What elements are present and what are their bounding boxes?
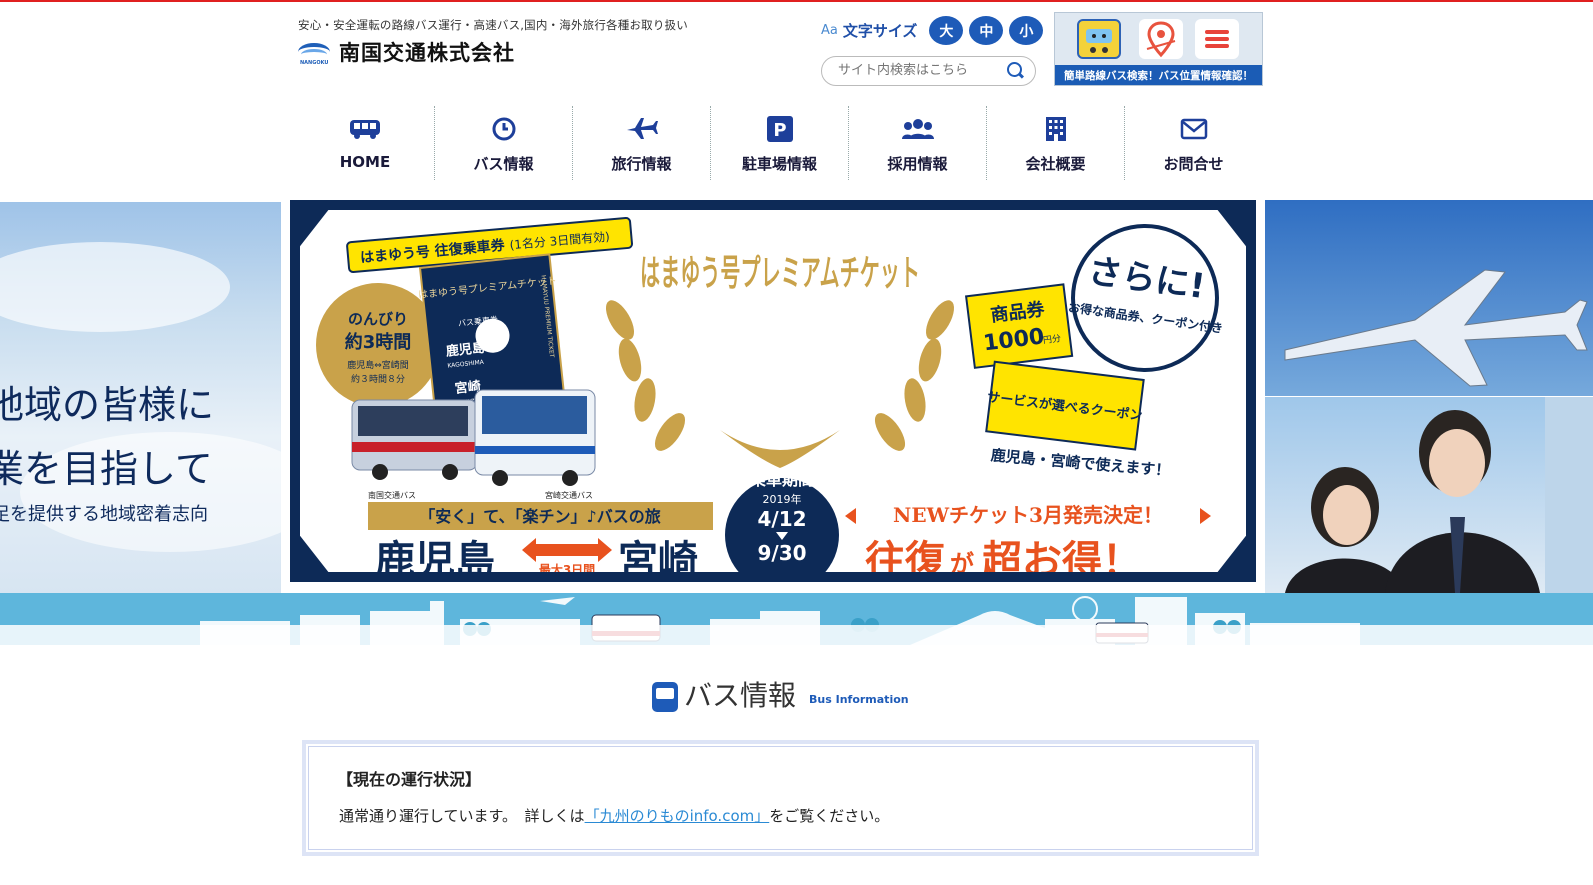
nav-item-company[interactable]: 会社概要 [986,106,1124,180]
period-end: 9/30 [757,541,806,565]
voucher-unit: 円分 [1042,333,1061,346]
section-title: バス情報 [684,679,797,712]
nav-label: 採用情報 [887,155,948,173]
search-input[interactable] [836,62,1000,79]
nav-item-travel-info[interactable]: 旅行情報 [572,106,710,180]
max-days: 最大3日間 [539,562,595,572]
slide-text: 足を提供する地域密着志向 [0,504,208,525]
site-tagline: 安心・安全運転の路線バス運行・高速バス,国内・海外旅行各種お取り扱い [298,18,688,32]
mail-icon [1180,116,1208,142]
usable-text: 鹿児島・宮崎で使えます！ [990,446,1171,480]
site-search [821,56,1036,86]
slider-prev-slide[interactable]: 地域の皆様に 業を目指して 足を提供する地域密着志向 [0,202,281,593]
banner-title: はまゆう号プレミアムチケット [640,252,920,294]
relax-line1: のんびり [348,310,408,328]
nav-item-recruit-info[interactable]: 採用情報 [848,106,986,180]
bus-photo-nangoku [351,399,478,480]
slide-text: 業を目指して [0,447,213,491]
nav-label: お問合せ [1163,155,1224,173]
main-banner-hamayuu-premium-ticket[interactable]: はまゆう号 往復乗車券 (1名分 3日間有効) のんびり 約3時間 鹿児島⇔宮崎… [290,200,1256,582]
airplane-icon [625,116,659,142]
global-nav: HOME バス情報 旅行情報 P 駐車場情報 採用情報 会社概要 お問合せ [296,106,1262,180]
period-year: 2019年 [763,492,802,506]
new-ticket: NEWチケット3月発売決定！ [893,503,1163,527]
font-size-medium-button[interactable]: 中 [969,16,1004,45]
kyushu-norimono-info-link[interactable]: 「九州のりものinfo.com」 [585,807,770,825]
section-title-en: Bus Information [809,693,909,706]
slide-text: 地域の皆様に [0,383,215,427]
roundtrip-ga: が [950,549,974,572]
nav-label: 駐車場情報 [741,155,817,173]
bus2-label: 宮崎交通バス [545,490,593,500]
svg-text:P: P [773,120,786,141]
section-heading-bus-info: バス情報 Bus Information [652,680,909,712]
nav-item-home[interactable]: HOME [296,106,434,180]
logo-mark-icon: NANGOKU [298,41,332,66]
clock-icon [491,116,517,142]
font-size-large-button[interactable]: 大 [929,16,964,45]
status-text: 通常通り運行しています。 詳しくは「九州のりものinfo.com」をご覧ください… [339,805,889,826]
font-size-small-button[interactable]: 小 [1009,16,1044,45]
nav-label: 旅行情報 [611,155,672,173]
slider-next-slide[interactable] [1265,200,1593,593]
nav-item-contact[interactable]: お問合せ [1124,106,1262,180]
nav-item-bus-info[interactable]: バス情報 [434,106,572,180]
font-size-control: Aa 文字サイズ 大 中 小 [821,16,1044,45]
route-from: 鹿児島 [375,537,495,572]
period-label: 乗車期間 [750,470,814,489]
route-to: 宮崎 [618,537,698,572]
operation-status-box: 【現在の運行状況】 通常通り運行しています。 詳しくは「九州のりものinfo.c… [302,740,1259,856]
status-message-after: をご覧ください。 [769,807,890,825]
font-size-icon: Aa [821,23,838,38]
building-icon [1045,116,1067,142]
font-size-label: 文字サイズ [842,22,918,40]
nav-label: 会社概要 [1025,155,1086,173]
slogan: 「安く」て、「楽チン」♪バスの旅 [419,507,660,526]
relax-route: 鹿児島⇔宮崎間 [347,359,409,371]
nav-label: バス情報 [473,155,534,173]
people-icon [901,116,934,142]
period-start: 4/12 [757,507,806,531]
status-message: 通常通り運行しています。 詳しくは [339,807,585,825]
laurel-wreath [606,300,954,468]
parking-icon: P [766,116,793,142]
map-pin-icon [1139,19,1183,59]
banner-artwork: はまゆう号 往復乗車券 (1名分 3日間有効) のんびり 約3時間 鹿児島⇔宮崎… [316,217,1224,572]
bus-photo-miyazaki [474,389,596,486]
relax-line2: 約3時間 [345,331,412,353]
city-skyline-illustration [0,593,1593,645]
relax-time: 約３時間８分 [351,373,405,385]
bus-location-caption: 簡単路線バス検索！バス位置情報確認！ [1055,65,1262,85]
airplane-photo [1265,200,1593,396]
search-icon[interactable] [1007,62,1022,77]
bus1-label: 南国交通バス [368,490,416,500]
business-people-photo [1265,397,1593,593]
nav-item-parking-info[interactable]: P 駐車場情報 [710,106,848,180]
menu-icon [1195,19,1239,59]
roundtrip: 往復 [865,537,946,572]
nav-label: HOME [339,153,391,171]
status-heading: 【現在の運行状況】 [337,770,482,789]
bus-location-banner[interactable]: 簡単路線バス検索！バス位置情報確認！ [1054,12,1263,86]
company-name: 南国交通株式会社 [339,41,515,65]
company-logo[interactable]: NANGOKU 南国交通株式会社 [298,37,515,67]
bus-icon [348,116,382,142]
top-accent-line [0,0,1593,2]
roundtrip-deal: 超お得！ [982,537,1142,572]
bus-icon [652,682,678,712]
bus-mascot-icon [1077,19,1121,59]
